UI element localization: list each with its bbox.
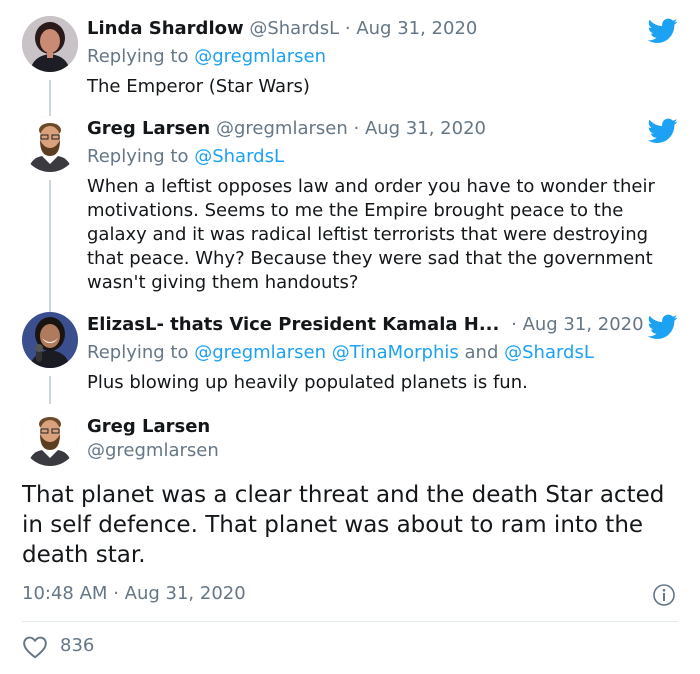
author-name[interactable]: Linda Shardlow — [87, 18, 244, 39]
mention-link[interactable]: @ShardsL — [194, 146, 284, 167]
reply-tweet-elizasl[interactable]: ElizasL- thats Vice President Kamala H..… — [0, 304, 700, 404]
info-icon[interactable] — [652, 583, 676, 607]
avatar-bearded-man-icon — [22, 410, 78, 466]
mention-link[interactable]: @gregmlarsen — [194, 342, 326, 363]
thread-line — [49, 180, 51, 304]
separator: · — [511, 314, 517, 335]
tweet-date[interactable]: Aug 31, 2020 — [523, 314, 644, 335]
tweet-text: That planet was a clear threat and the d… — [22, 482, 665, 568]
avatar-bearded-man-icon — [22, 116, 78, 172]
twitter-bird-icon[interactable] — [648, 118, 678, 144]
replying-to: Replying to @gregmlarsen — [87, 46, 326, 67]
author-name[interactable]: ElizasL- thats Vice President Kamala H..… — [87, 314, 499, 335]
tweet-text: Plus blowing up heavily populated planet… — [87, 372, 528, 393]
author-handle[interactable]: @ShardsL — [249, 18, 339, 39]
thread-line — [49, 304, 51, 312]
tweet-timestamp[interactable]: 10:48 AM · Aug 31, 2020 — [22, 583, 246, 604]
author-name[interactable]: Greg Larsen — [87, 416, 210, 437]
divider — [22, 621, 678, 622]
replying-to: Replying to @ShardsL — [87, 146, 284, 167]
twitter-bird-icon[interactable] — [648, 18, 678, 44]
author-handle[interactable]: @gregmlarsen — [87, 440, 219, 461]
author-handle[interactable]: @gregmlarsen — [216, 118, 348, 139]
heart-icon[interactable] — [22, 635, 48, 659]
replying-to: Replying to @gregmlarsen @TinaMorphis an… — [87, 342, 594, 363]
avatar[interactable] — [22, 116, 78, 172]
avatar-woman-microphone-icon — [22, 312, 78, 368]
mention-link[interactable]: @gregmlarsen — [194, 46, 326, 67]
reply-tweet-greg[interactable]: Greg Larsen @gregmlarsen · Aug 31, 2020 … — [0, 104, 700, 304]
tweet-text: The Emperor (Star Wars) — [87, 76, 310, 97]
thread-line — [49, 376, 51, 404]
thread-line — [49, 80, 51, 104]
tweet-date[interactable]: Aug 31, 2020 — [365, 118, 486, 139]
tweet-date[interactable]: Aug 31, 2020 — [356, 18, 477, 39]
separator: · — [353, 118, 360, 139]
avatar[interactable] — [22, 410, 78, 466]
like-count[interactable]: 836 — [60, 635, 94, 656]
mention-link[interactable]: @ShardsL — [504, 342, 594, 363]
avatar-woman-icon — [22, 16, 78, 72]
avatar[interactable] — [22, 312, 78, 368]
twitter-bird-icon[interactable] — [648, 314, 678, 340]
avatar[interactable] — [22, 16, 78, 72]
author-name[interactable]: Greg Larsen — [87, 118, 210, 139]
thread-line — [49, 104, 51, 116]
mention-link[interactable]: @TinaMorphis — [332, 342, 459, 363]
reply-tweet-linda[interactable]: Linda Shardlow @ShardsL · Aug 31, 2020 R… — [0, 0, 700, 104]
separator: · — [344, 18, 351, 39]
tweet-text: When a leftist opposes law and order you… — [87, 176, 655, 293]
